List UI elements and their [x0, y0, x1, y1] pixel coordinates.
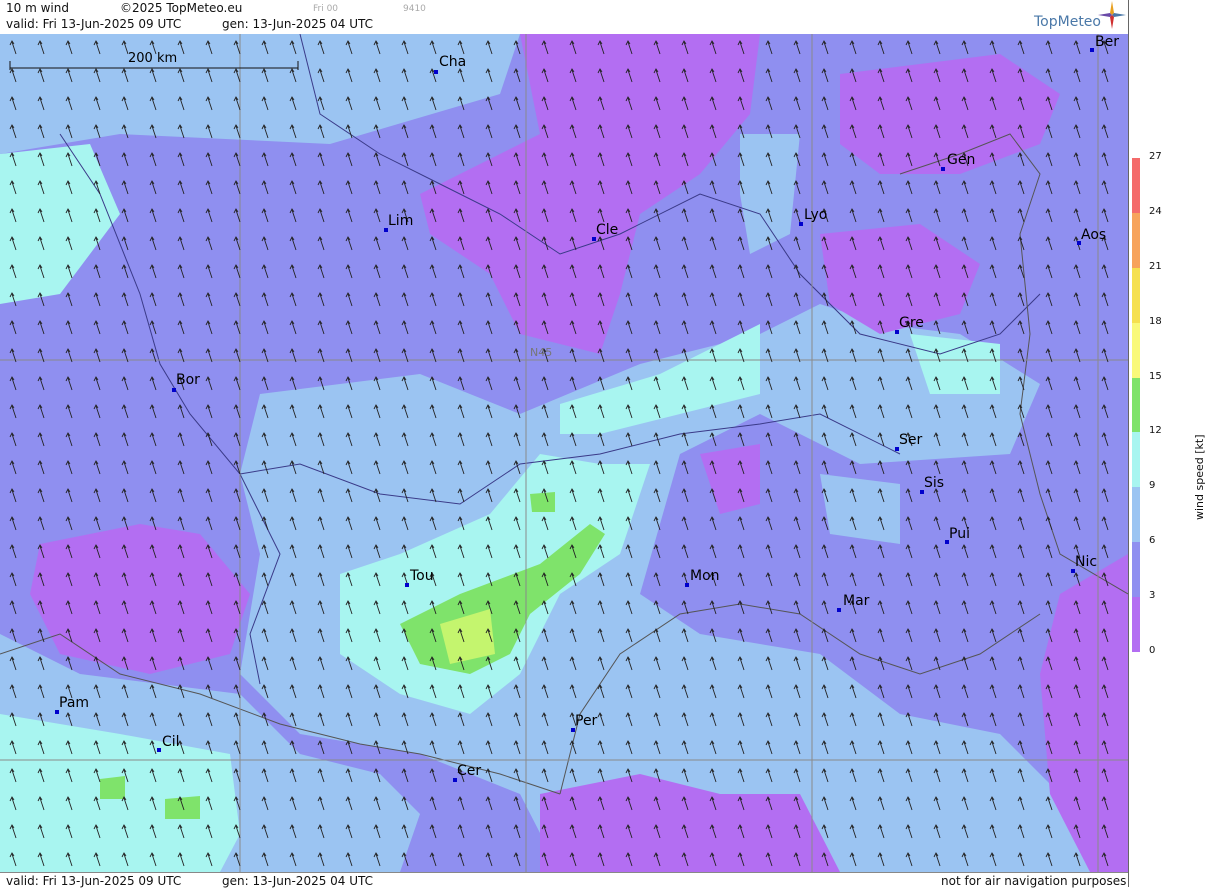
- city-label: Gre: [899, 315, 924, 331]
- legend-color-segment: [1132, 542, 1140, 598]
- legend-tick-label: 24: [1149, 205, 1162, 217]
- city-marker: [405, 583, 409, 587]
- run-tag: Fri 00: [313, 4, 339, 14]
- legend-color-segment: [1132, 158, 1140, 213]
- legend-tick-label: 18: [1149, 315, 1162, 327]
- legend-tick-label: 9: [1149, 480, 1156, 492]
- topmeteo-logo: TopMeteo: [1034, 14, 1101, 30]
- generated-time: gen: 13-Jun-2025 04 UTC: [222, 17, 374, 31]
- copyright: ©2025 TopMeteo.eu: [120, 1, 243, 15]
- map-footer: valid: Fri 13-Jun-2025 09 UTC gen: 13-Ju…: [0, 872, 1128, 888]
- map-header: 10 m wind ©2025 TopMeteo.eu Fri 00 9410 …: [0, 0, 1128, 35]
- legend-tick-label: 15: [1149, 370, 1162, 382]
- city-label: Gen: [947, 152, 976, 168]
- wind-speed-color-bar: [1132, 158, 1140, 652]
- city-marker: [799, 222, 803, 226]
- legend-tick-label: 27: [1149, 151, 1162, 162]
- city-marker: [434, 70, 438, 74]
- legend-tick-label: 21: [1149, 260, 1162, 272]
- legend-title: wind speed [kt]: [1193, 434, 1206, 521]
- legend-color-segment: [1132, 322, 1140, 378]
- city-marker: [941, 167, 945, 171]
- legend-color-segment: [1132, 597, 1140, 652]
- city-label: Bor: [176, 372, 200, 388]
- city-label: Mar: [843, 593, 870, 609]
- city-label: Cil: [162, 734, 180, 750]
- product-title: 10 m wind: [6, 1, 69, 15]
- scale-label: 200 km: [128, 51, 178, 66]
- compass-star-icon: [1098, 1, 1126, 29]
- city-label: Sis: [924, 475, 945, 491]
- city-label: Ber: [1095, 34, 1119, 50]
- city-label: Per: [575, 713, 598, 729]
- city-label: Nic: [1075, 554, 1098, 570]
- city-label: Lyo: [804, 207, 828, 223]
- footer-generated-time: gen: 13-Jun-2025 04 UTC: [222, 874, 374, 888]
- legend-color-segment: [1132, 212, 1140, 268]
- legend-color-segment: [1132, 377, 1140, 433]
- city-marker: [157, 748, 161, 752]
- wind-map[interactable]: 200 km N45 Cha Ber Gen Lim Cle Lyo Aos G…: [0, 34, 1128, 872]
- legend-tick-label: 3: [1149, 590, 1156, 602]
- city-label: Cer: [457, 763, 482, 779]
- city-marker: [172, 388, 176, 392]
- city-label: Cha: [439, 54, 467, 70]
- legend-tick-label: 0: [1149, 645, 1156, 656]
- city-label: Pui: [949, 526, 970, 542]
- product-code: 9410: [403, 4, 426, 14]
- city-label: Tou: [410, 568, 434, 584]
- footer-notice: not for air navigation purposes: [941, 874, 1127, 888]
- city-label: Lim: [388, 213, 414, 229]
- city-marker: [1090, 48, 1094, 52]
- city-marker: [685, 583, 689, 587]
- legend-color-segment: [1132, 267, 1140, 323]
- legend-color-segment: [1132, 487, 1140, 543]
- latitude-label: N45: [530, 346, 553, 359]
- city-marker: [837, 608, 841, 612]
- city-label: Aos: [1081, 227, 1107, 243]
- legend-tick-label: 12: [1149, 425, 1162, 437]
- legend-color-segment: [1132, 432, 1140, 488]
- city-label: Cle: [596, 222, 619, 238]
- legend-tick-label: 6: [1149, 535, 1156, 547]
- footer-valid-time: valid: Fri 13-Jun-2025 09 UTC: [6, 874, 182, 888]
- city-label: Mon: [690, 568, 720, 584]
- city-label: Ser: [899, 432, 923, 448]
- valid-time: valid: Fri 13-Jun-2025 09 UTC: [6, 17, 182, 31]
- city-label: Pam: [59, 695, 90, 711]
